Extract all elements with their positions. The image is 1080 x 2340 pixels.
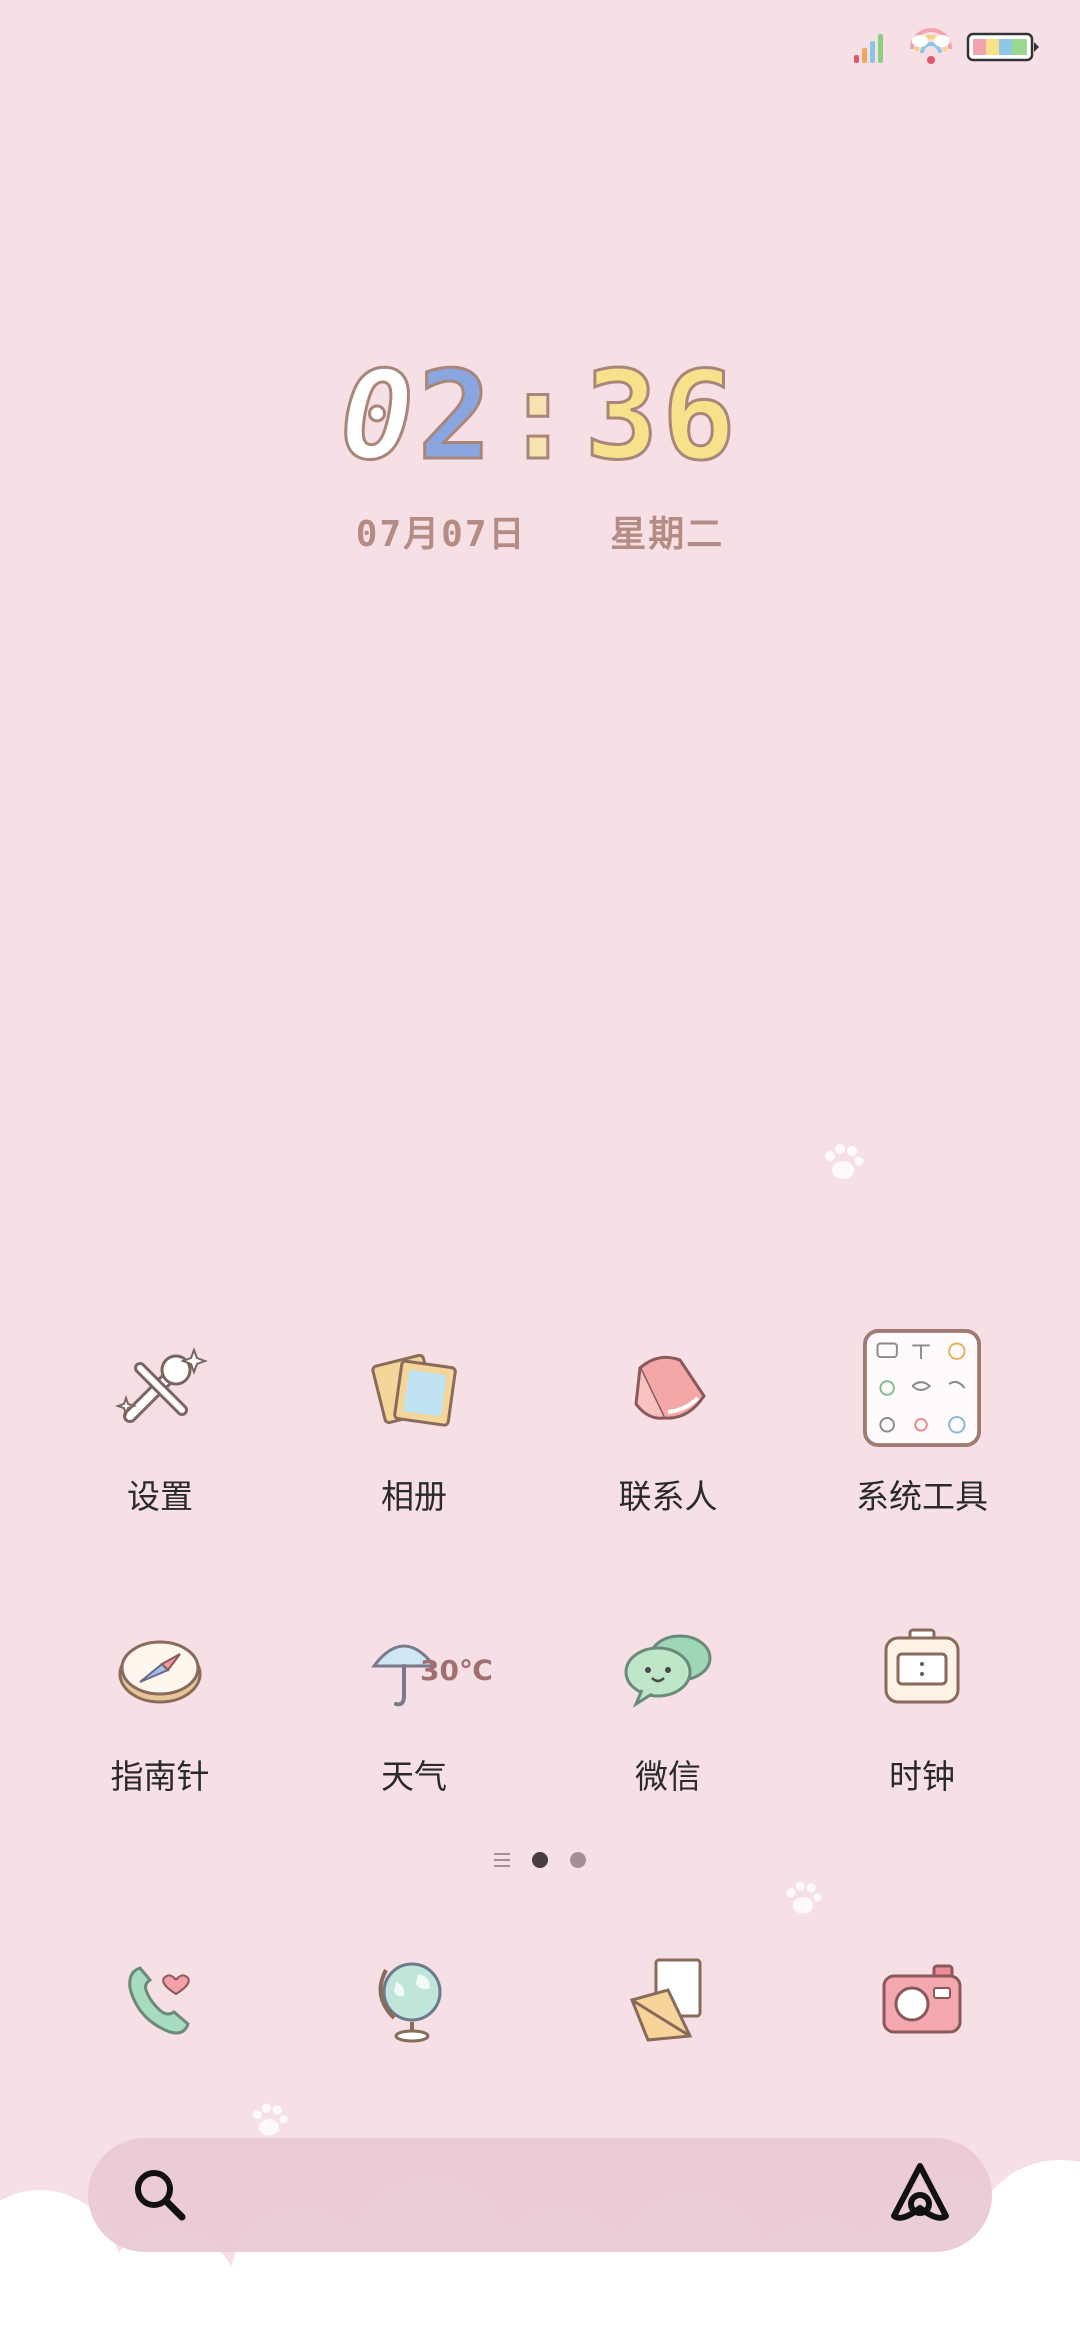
app-gallery[interactable]: 相册 bbox=[314, 1328, 514, 1518]
signal-icon bbox=[854, 34, 883, 63]
clock-minute-ones: 6 bbox=[661, 345, 740, 487]
clock-hour-tens: 0 bbox=[339, 345, 418, 487]
dock-phone[interactable] bbox=[100, 1940, 220, 2060]
wechat-chat-icon bbox=[608, 1608, 728, 1728]
photo-album-icon bbox=[354, 1328, 474, 1448]
clock-hour-ones: 2 bbox=[416, 345, 496, 487]
app-settings[interactable]: 设置 bbox=[60, 1328, 260, 1518]
weather-umbrella-icon: 30℃ bbox=[354, 1608, 493, 1728]
app-compass[interactable]: 指南针 bbox=[60, 1608, 260, 1798]
clock-widget[interactable]: 0 2 : 3 6 bbox=[0, 345, 1080, 487]
search-bar[interactable] bbox=[88, 2138, 992, 2252]
compass-icon bbox=[100, 1608, 220, 1728]
dock-browser[interactable] bbox=[354, 1940, 474, 2060]
app-label: 时钟 bbox=[889, 1757, 955, 1796]
page-dot-active[interactable] bbox=[532, 1852, 548, 1868]
search-icon[interactable] bbox=[130, 2165, 190, 2225]
app-label: 相册 bbox=[381, 1477, 447, 1516]
app-label: 微信 bbox=[635, 1757, 701, 1796]
clock-icon bbox=[862, 1608, 982, 1728]
app-label: 指南针 bbox=[110, 1757, 210, 1796]
phone-icon bbox=[128, 1966, 190, 2035]
app-label: 天气 bbox=[381, 1757, 447, 1796]
paw-print-icon bbox=[252, 2103, 288, 2136]
dock-camera[interactable] bbox=[862, 1940, 982, 2060]
battery-icon bbox=[966, 32, 1039, 62]
app-weather[interactable]: 30℃ 天气 bbox=[314, 1608, 514, 1798]
date-text: 07月07日 bbox=[355, 514, 527, 555]
clock-colon: : bbox=[500, 345, 579, 487]
weather-temperature: 30℃ bbox=[420, 1654, 493, 1687]
wifi-rainbow-icon bbox=[910, 28, 952, 64]
system-tools-folder-icon bbox=[862, 1328, 982, 1448]
app-label: 系统工具 bbox=[856, 1477, 988, 1516]
paw-print-icon bbox=[825, 1144, 864, 1179]
dock-messages[interactable] bbox=[608, 1940, 728, 2060]
paw-print-icon bbox=[786, 1881, 822, 1914]
app-label: 联系人 bbox=[618, 1477, 718, 1516]
date-line: 07月07日 星期二 bbox=[0, 505, 1080, 557]
app-contacts[interactable]: 联系人 bbox=[568, 1328, 768, 1518]
app-system-tools-folder[interactable]: 系统工具 bbox=[822, 1328, 1022, 1518]
page-indicator[interactable] bbox=[0, 1852, 1080, 1868]
app-clock[interactable]: 时钟 bbox=[822, 1608, 1022, 1798]
page-dot[interactable] bbox=[570, 1852, 586, 1868]
messages-envelope-icon bbox=[629, 1958, 702, 2042]
clock-minute-tens: 3 bbox=[583, 345, 663, 487]
browser-globe-icon bbox=[378, 1962, 442, 2043]
camera-icon bbox=[882, 1964, 962, 2034]
contacts-book-icon bbox=[608, 1328, 728, 1448]
settings-tools-icon bbox=[100, 1328, 220, 1448]
weekday-text: 星期二 bbox=[610, 514, 725, 555]
app-drawer-indicator[interactable] bbox=[494, 1853, 510, 1867]
status-bar bbox=[852, 22, 1040, 72]
app-wechat[interactable]: 微信 bbox=[568, 1608, 768, 1798]
app-label: 设置 bbox=[127, 1477, 193, 1516]
assistant-icon[interactable] bbox=[888, 2160, 952, 2224]
